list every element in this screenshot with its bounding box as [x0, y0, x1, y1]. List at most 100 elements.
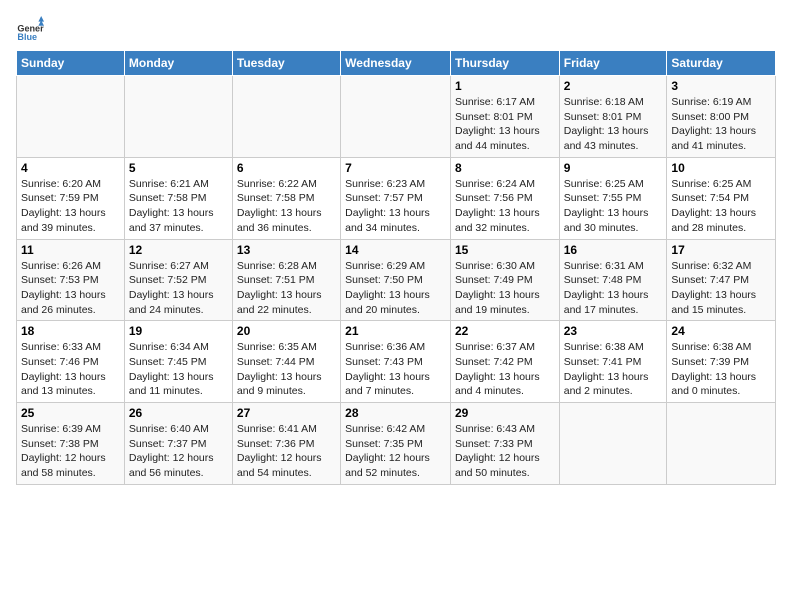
calendar-week-1: 1Sunrise: 6:17 AM Sunset: 8:01 PM Daylig…: [17, 76, 776, 158]
cell-info: Sunrise: 6:30 AM Sunset: 7:49 PM Dayligh…: [455, 259, 555, 318]
cell-date: 19: [129, 324, 228, 338]
calendar-cell: 29 Sunrise: 6:43 AM Sunset: 7:33 PM Dayli…: [450, 403, 559, 485]
cell-info: Sunrise: 6:27 AM Sunset: 7:52 PM Dayligh…: [129, 259, 228, 318]
cell-info: Sunrise: 6:35 AM Sunset: 7:44 PM Dayligh…: [237, 340, 336, 399]
calendar-cell: 14Sunrise: 6:29 AM Sunset: 7:50 PM Dayli…: [341, 239, 451, 321]
cell-info: Sunrise: 6:41 AM Sunset: 7:36 PM Dayligh…: [237, 422, 336, 481]
day-header-monday: Monday: [124, 51, 232, 76]
cell-info: Sunrise: 6:23 AM Sunset: 7:57 PM Dayligh…: [345, 177, 446, 236]
calendar-week-5: 25Sunrise: 6:39 AM Sunset: 7:38 PM Dayli…: [17, 403, 776, 485]
cell-date: 24: [671, 324, 771, 338]
cell-info: Sunrise: 6:32 AM Sunset: 7:47 PM Dayligh…: [671, 259, 771, 318]
day-header-thursday: Thursday: [450, 51, 559, 76]
calendar-cell: 13 Sunrise: 6:28 AM Sunset: 7:51 PM Dayli…: [232, 239, 340, 321]
calendar-cell: 23 Sunrise: 6:38 AM Sunset: 7:41 PM Dayli…: [559, 321, 667, 403]
calendar-cell: 21 Sunrise: 6:36 AM Sunset: 7:43 PM Dayli…: [341, 321, 451, 403]
cell-info: Sunrise: 6:28 AM Sunset: 7:51 PM Dayligh…: [237, 259, 336, 318]
cell-date: 9: [564, 161, 663, 175]
calendar-cell: 26 Sunrise: 6:40 AM Sunset: 7:37 PM Dayli…: [124, 403, 232, 485]
calendar-cell: [667, 403, 776, 485]
cell-info: Sunrise: 6:26 AM Sunset: 7:53 PM Dayligh…: [21, 259, 120, 318]
cell-info: Sunrise: 6:38 AM Sunset: 7:41 PM Dayligh…: [564, 340, 663, 399]
calendar-cell: 15 Sunrise: 6:30 AM Sunset: 7:49 PM Dayli…: [450, 239, 559, 321]
day-header-saturday: Saturday: [667, 51, 776, 76]
cell-info: Sunrise: 6:25 AM Sunset: 7:55 PM Dayligh…: [564, 177, 663, 236]
cell-date: 27: [237, 406, 336, 420]
cell-date: 5: [129, 161, 228, 175]
cell-info: Sunrise: 6:36 AM Sunset: 7:43 PM Dayligh…: [345, 340, 446, 399]
days-of-week-row: SundayMondayTuesdayWednesdayThursdayFrid…: [17, 51, 776, 76]
cell-date: 29: [455, 406, 555, 420]
calendar-cell: 11 Sunrise: 6:26 AM Sunset: 7:53 PM Dayli…: [17, 239, 125, 321]
day-header-tuesday: Tuesday: [232, 51, 340, 76]
cell-info: Sunrise: 6:39 AM Sunset: 7:38 PM Dayligh…: [21, 422, 120, 481]
calendar-cell: 16Sunrise: 6:31 AM Sunset: 7:48 PM Dayli…: [559, 239, 667, 321]
cell-info: Sunrise: 6:29 AM Sunset: 7:50 PM Dayligh…: [345, 259, 446, 318]
cell-date: 21: [345, 324, 446, 338]
cell-date: 11: [21, 243, 120, 257]
cell-info: Sunrise: 6:43 AM Sunset: 7:33 PM Dayligh…: [455, 422, 555, 481]
calendar-week-4: 18 Sunrise: 6:33 AM Sunset: 7:46 PM Dayli…: [17, 321, 776, 403]
cell-date: 2: [564, 79, 663, 93]
calendar-cell: 10Sunrise: 6:25 AM Sunset: 7:54 PM Dayli…: [667, 157, 776, 239]
calendar-cell: 18 Sunrise: 6:33 AM Sunset: 7:46 PM Dayli…: [17, 321, 125, 403]
calendar-table: SundayMondayTuesdayWednesdayThursdayFrid…: [16, 50, 776, 485]
cell-date: 3: [671, 79, 771, 93]
cell-info: Sunrise: 6:33 AM Sunset: 7:46 PM Dayligh…: [21, 340, 120, 399]
cell-info: Sunrise: 6:18 AM Sunset: 8:01 PM Dayligh…: [564, 95, 663, 154]
day-header-friday: Friday: [559, 51, 667, 76]
cell-date: 28: [345, 406, 446, 420]
cell-date: 15: [455, 243, 555, 257]
day-header-wednesday: Wednesday: [341, 51, 451, 76]
calendar-cell: 6 Sunrise: 6:22 AM Sunset: 7:58 PM Daylig…: [232, 157, 340, 239]
cell-info: Sunrise: 6:22 AM Sunset: 7:58 PM Dayligh…: [237, 177, 336, 236]
calendar-cell: [341, 76, 451, 158]
cell-date: 12: [129, 243, 228, 257]
cell-info: Sunrise: 6:19 AM Sunset: 8:00 PM Dayligh…: [671, 95, 771, 154]
calendar-header: SundayMondayTuesdayWednesdayThursdayFrid…: [17, 51, 776, 76]
logo-icon: General Blue: [16, 16, 44, 44]
cell-info: Sunrise: 6:37 AM Sunset: 7:42 PM Dayligh…: [455, 340, 555, 399]
cell-info: Sunrise: 6:17 AM Sunset: 8:01 PM Dayligh…: [455, 95, 555, 154]
calendar-cell: 20 Sunrise: 6:35 AM Sunset: 7:44 PM Dayli…: [232, 321, 340, 403]
calendar-cell: 3 Sunrise: 6:19 AM Sunset: 8:00 PM Daylig…: [667, 76, 776, 158]
calendar-cell: 1Sunrise: 6:17 AM Sunset: 8:01 PM Daylig…: [450, 76, 559, 158]
calendar-week-3: 11 Sunrise: 6:26 AM Sunset: 7:53 PM Dayli…: [17, 239, 776, 321]
calendar-cell: 12 Sunrise: 6:27 AM Sunset: 7:52 PM Dayli…: [124, 239, 232, 321]
calendar-cell: [232, 76, 340, 158]
cell-date: 26: [129, 406, 228, 420]
cell-info: Sunrise: 6:38 AM Sunset: 7:39 PM Dayligh…: [671, 340, 771, 399]
page-header: General Blue: [16, 16, 776, 44]
cell-date: 6: [237, 161, 336, 175]
cell-info: Sunrise: 6:40 AM Sunset: 7:37 PM Dayligh…: [129, 422, 228, 481]
cell-date: 23: [564, 324, 663, 338]
cell-date: 18: [21, 324, 120, 338]
cell-date: 20: [237, 324, 336, 338]
cell-date: 8: [455, 161, 555, 175]
calendar-cell: 9 Sunrise: 6:25 AM Sunset: 7:55 PM Daylig…: [559, 157, 667, 239]
calendar-cell: 25Sunrise: 6:39 AM Sunset: 7:38 PM Dayli…: [17, 403, 125, 485]
calendar-cell: 22 Sunrise: 6:37 AM Sunset: 7:42 PM Dayli…: [450, 321, 559, 403]
logo: General Blue: [16, 16, 48, 44]
calendar-body: 1Sunrise: 6:17 AM Sunset: 8:01 PM Daylig…: [17, 76, 776, 485]
calendar-cell: [17, 76, 125, 158]
cell-info: Sunrise: 6:21 AM Sunset: 7:58 PM Dayligh…: [129, 177, 228, 236]
calendar-cell: 28 Sunrise: 6:42 AM Sunset: 7:35 PM Dayli…: [341, 403, 451, 485]
cell-date: 13: [237, 243, 336, 257]
cell-date: 17: [671, 243, 771, 257]
calendar-cell: 19 Sunrise: 6:34 AM Sunset: 7:45 PM Dayli…: [124, 321, 232, 403]
cell-date: 22: [455, 324, 555, 338]
calendar-week-2: 4Sunrise: 6:20 AM Sunset: 7:59 PM Daylig…: [17, 157, 776, 239]
cell-info: Sunrise: 6:34 AM Sunset: 7:45 PM Dayligh…: [129, 340, 228, 399]
cell-info: Sunrise: 6:24 AM Sunset: 7:56 PM Dayligh…: [455, 177, 555, 236]
calendar-cell: 8 Sunrise: 6:24 AM Sunset: 7:56 PM Daylig…: [450, 157, 559, 239]
calendar-cell: 2 Sunrise: 6:18 AM Sunset: 8:01 PM Daylig…: [559, 76, 667, 158]
calendar-cell: 4Sunrise: 6:20 AM Sunset: 7:59 PM Daylig…: [17, 157, 125, 239]
cell-info: Sunrise: 6:25 AM Sunset: 7:54 PM Dayligh…: [671, 177, 771, 236]
cell-info: Sunrise: 6:31 AM Sunset: 7:48 PM Dayligh…: [564, 259, 663, 318]
calendar-cell: 17 Sunrise: 6:32 AM Sunset: 7:47 PM Dayli…: [667, 239, 776, 321]
cell-date: 7: [345, 161, 446, 175]
cell-info: Sunrise: 6:42 AM Sunset: 7:35 PM Dayligh…: [345, 422, 446, 481]
svg-text:Blue: Blue: [17, 32, 37, 42]
cell-date: 4: [21, 161, 120, 175]
